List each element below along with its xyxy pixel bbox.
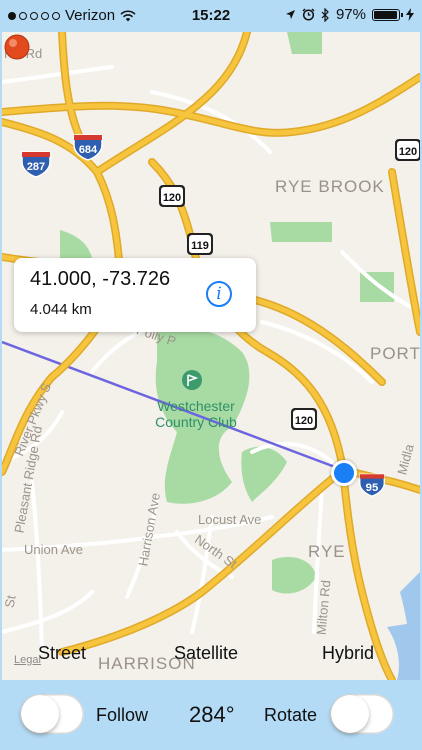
bottom-toolbar: Follow 284° Rotate bbox=[0, 680, 422, 750]
map-base bbox=[2, 32, 420, 680]
carrier-name: Verizon bbox=[65, 7, 116, 24]
wifi-icon bbox=[120, 9, 136, 21]
dropped-pin-icon[interactable] bbox=[2, 32, 32, 62]
shield-label: 120 bbox=[163, 192, 181, 204]
callout-coordinates: 41.000, -73.726 bbox=[30, 268, 171, 290]
follow-toggle[interactable] bbox=[20, 694, 84, 734]
heading-readout: 284° bbox=[189, 702, 235, 727]
battery-icon bbox=[372, 8, 403, 21]
callout-distance: 4.044 km bbox=[30, 301, 92, 318]
info-icon[interactable]: i bbox=[206, 281, 232, 307]
location-arrow-icon bbox=[285, 10, 295, 19]
shield-label: 287 bbox=[27, 161, 45, 173]
alarm-icon bbox=[302, 8, 315, 21]
park-area bbox=[270, 222, 332, 242]
shield-label: 120 bbox=[399, 146, 417, 158]
map-view[interactable]: 287 684 95 120 119 120 120 RYE BROOK POR… bbox=[2, 32, 420, 680]
legal-link[interactable]: Legal bbox=[14, 654, 41, 666]
rotate-toggle[interactable] bbox=[330, 694, 394, 734]
map-type-hybrid-button[interactable]: Hybrid bbox=[322, 643, 374, 664]
road-label: Locust Ave bbox=[198, 512, 262, 527]
rotate-label: Rotate bbox=[264, 705, 318, 725]
park-area bbox=[241, 446, 287, 502]
shield-label: 120 bbox=[295, 415, 313, 427]
park-area bbox=[287, 32, 322, 54]
interstate-95-shield: 95 bbox=[359, 473, 385, 497]
interstate-287-shield: 287 bbox=[21, 151, 51, 178]
route-119-shield: 119 bbox=[187, 233, 213, 255]
follow-label: Follow bbox=[96, 705, 149, 725]
interstate-684-shield: 684 bbox=[73, 134, 103, 161]
shield-label: 119 bbox=[191, 240, 209, 252]
signal-strength-icon bbox=[8, 11, 60, 20]
place-label-port: PORT bbox=[370, 344, 420, 363]
road-label: Union Ave bbox=[24, 542, 84, 557]
route-120-shield: 120 bbox=[395, 139, 420, 161]
shield-label: 684 bbox=[79, 144, 98, 156]
place-label-rye: RYE bbox=[308, 542, 346, 561]
map-type-satellite-button[interactable]: Satellite bbox=[174, 643, 238, 664]
status-bar: Verizon 15:22 97% bbox=[0, 0, 422, 32]
route-120-shield: 120 bbox=[291, 408, 317, 430]
charging-icon bbox=[406, 8, 414, 21]
road-label: St bbox=[2, 594, 19, 609]
bluetooth-icon bbox=[321, 7, 329, 22]
status-right: 97% bbox=[285, 6, 414, 23]
status-left: Verizon bbox=[8, 7, 136, 24]
user-location-icon bbox=[331, 460, 357, 486]
place-label-rye-brook: RYE BROOK bbox=[275, 177, 385, 196]
map-type-street-button[interactable]: Street bbox=[38, 643, 86, 664]
shield-label: 95 bbox=[366, 482, 379, 494]
battery-percent: 97% bbox=[335, 6, 366, 23]
park-area bbox=[272, 556, 316, 594]
route-120-shield: 120 bbox=[159, 185, 185, 207]
location-callout[interactable]: 41.000, -73.726 4.044 km i bbox=[14, 258, 256, 332]
country-club-label: Westchester Country Club bbox=[155, 398, 237, 430]
